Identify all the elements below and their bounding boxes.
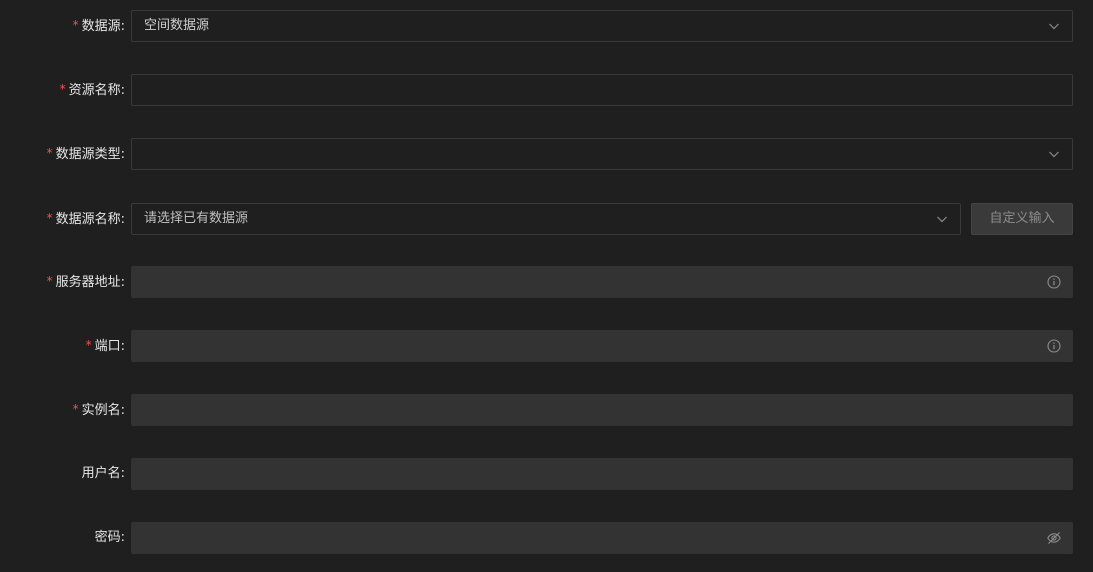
eye-invisible-icon[interactable]: [1046, 530, 1062, 546]
datasource-type-select[interactable]: [131, 138, 1073, 170]
resource-name-label-text: 资源名称: [68, 83, 121, 98]
required-mark: *: [46, 146, 53, 160]
label-colon: :: [120, 466, 125, 481]
datasource-form: * 数据源: 空间数据源 * 资源名称: * 数据源类型: * 数据源名称: 请…: [0, 0, 1093, 572]
form-row-instance-name: * 实例名:: [0, 394, 1093, 426]
required-mark: *: [72, 18, 79, 32]
port-label-text: 端口: [94, 339, 121, 354]
server-address-label: * 服务器地址:: [0, 266, 125, 298]
resource-name-input[interactable]: [131, 74, 1073, 106]
resource-name-label: * 资源名称:: [0, 74, 125, 106]
label-colon: :: [120, 147, 125, 162]
custom-input-button[interactable]: 自定义输入: [971, 203, 1073, 235]
password-label: 密码:: [0, 522, 125, 554]
form-row-datasource-name: * 数据源名称: 请选择已有数据源 自定义输入: [0, 203, 1093, 235]
form-row-username: 用户名:: [0, 458, 1093, 490]
server-address-input[interactable]: [131, 266, 1073, 298]
datasource-label: * 数据源:: [0, 10, 125, 42]
datasource-select[interactable]: 空间数据源: [131, 10, 1073, 42]
required-mark: *: [85, 338, 92, 352]
form-row-datasource: * 数据源: 空间数据源: [0, 10, 1093, 42]
username-input[interactable]: [131, 458, 1073, 490]
required-mark: *: [72, 402, 79, 416]
chevron-down-icon: [1046, 146, 1062, 162]
required-mark: *: [59, 82, 66, 96]
label-colon: :: [120, 212, 125, 227]
port-label: * 端口:: [0, 330, 125, 362]
form-row-password: 密码:: [0, 522, 1093, 554]
label-colon: :: [120, 83, 125, 98]
form-row-resource-name: * 资源名称:: [0, 74, 1093, 106]
info-circle-icon[interactable]: [1046, 274, 1062, 290]
datasource-type-label: * 数据源类型:: [0, 138, 125, 170]
port-input[interactable]: [131, 330, 1073, 362]
info-circle-icon[interactable]: [1046, 338, 1062, 354]
password-input[interactable]: [131, 522, 1073, 554]
label-colon: :: [120, 19, 125, 34]
datasource-type-label-text: 数据源类型: [55, 147, 121, 162]
required-mark: *: [46, 211, 53, 225]
datasource-name-label: * 数据源名称:: [0, 203, 125, 235]
label-colon: :: [120, 403, 125, 418]
form-row-datasource-type: * 数据源类型:: [0, 138, 1093, 170]
datasource-name-placeholder: 请选择已有数据源: [144, 211, 249, 226]
datasource-name-label-text: 数据源名称: [55, 212, 121, 227]
password-label-text: 密码: [94, 530, 121, 545]
instance-name-input[interactable]: [131, 394, 1073, 426]
datasource-select-value: 空间数据源: [144, 18, 210, 33]
label-colon: :: [120, 530, 125, 545]
datasource-name-select[interactable]: 请选择已有数据源: [131, 203, 961, 235]
server-address-label-text: 服务器地址: [55, 275, 121, 290]
required-mark: *: [46, 274, 53, 288]
datasource-label-text: 数据源: [81, 19, 121, 34]
label-colon: :: [120, 339, 125, 354]
form-row-server-address: * 服务器地址:: [0, 266, 1093, 298]
username-label-text: 用户名: [81, 466, 121, 481]
chevron-down-icon: [934, 211, 950, 227]
label-colon: :: [120, 275, 125, 290]
username-label: 用户名:: [0, 458, 125, 490]
instance-name-label-text: 实例名: [81, 403, 121, 418]
form-row-port: * 端口:: [0, 330, 1093, 362]
chevron-down-icon: [1046, 18, 1062, 34]
instance-name-label: * 实例名:: [0, 394, 125, 426]
